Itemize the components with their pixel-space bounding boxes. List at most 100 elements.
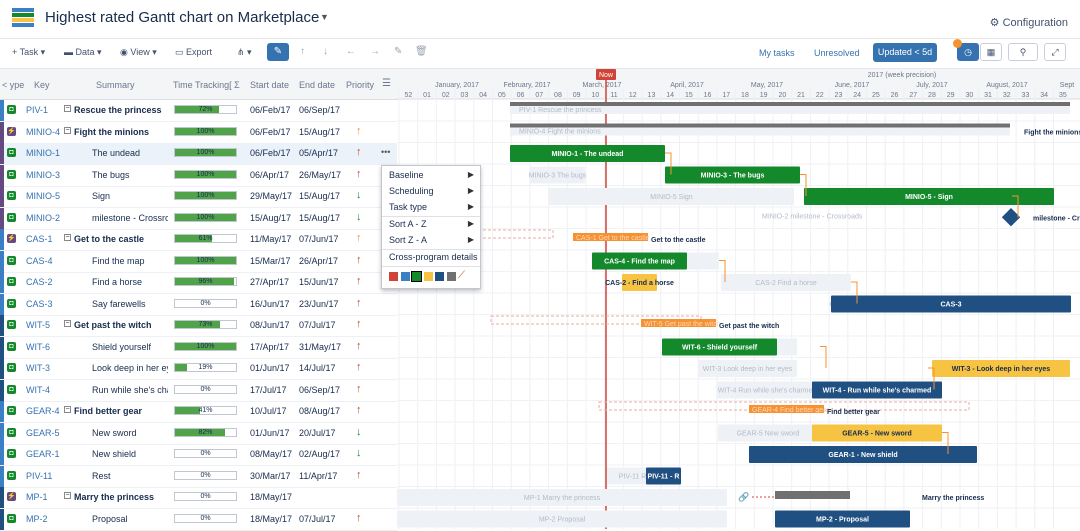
- collapse-toggle-icon[interactable]: −: [64, 105, 71, 112]
- end-date-cell[interactable]: 07/Jun/17: [299, 234, 339, 244]
- issue-key-link[interactable]: CAS-4: [26, 256, 53, 266]
- table-row[interactable]: ◘ WIT-3 Look deep in her eyes 19% 01/Jun/17 1…: [0, 358, 397, 380]
- issue-key-link[interactable]: GEAR-1: [26, 449, 60, 459]
- end-date-cell[interactable]: 31/May/17: [299, 342, 341, 352]
- outdent-icon[interactable]: ←: [346, 46, 356, 57]
- end-date-cell[interactable]: 26/Apr/17: [299, 256, 338, 266]
- start-date-cell[interactable]: 11/May/17: [250, 234, 291, 244]
- menu-scheduling[interactable]: Scheduling: [389, 186, 434, 196]
- summary-cell[interactable]: Say farewells: [92, 299, 168, 309]
- task-menu-button[interactable]: + Task ▾: [12, 47, 45, 58]
- table-row[interactable]: ◘ MINIO-1 The undead 100% 06/Feb/17 05/Apr/17…: [0, 143, 397, 165]
- start-date-cell[interactable]: 06/Feb/17: [250, 105, 291, 115]
- collapse-toggle-icon[interactable]: −: [64, 234, 71, 241]
- page-title[interactable]: Highest rated Gantt chart on Marketplace: [45, 9, 319, 26]
- start-date-cell[interactable]: 06/Feb/17: [250, 148, 291, 158]
- end-date-cell[interactable]: 06/Sep/17: [299, 385, 340, 395]
- summary-cell[interactable]: Find better gear: [74, 406, 170, 416]
- end-date-cell[interactable]: 20/Jul/17: [299, 428, 336, 438]
- link-icon[interactable]: 🔗: [738, 491, 749, 503]
- end-date-cell[interactable]: 06/Sep/17: [299, 105, 340, 115]
- summary-cell[interactable]: Shield yourself: [92, 342, 168, 352]
- export-button[interactable]: ▭ Export: [175, 47, 212, 58]
- hierarchy-button[interactable]: ⋔ ▾: [237, 47, 252, 58]
- view-menu-button[interactable]: ◉ View ▾: [120, 47, 157, 58]
- end-date-cell[interactable]: 23/Jun/17: [299, 299, 339, 309]
- edit-pencil-button[interactable]: ✎: [267, 43, 289, 61]
- summary-cell[interactable]: Sign: [92, 191, 168, 201]
- table-row[interactable]: ◘ WIT-5 − Get past the witch 73% 08/Jun/17 07/…: [0, 315, 397, 337]
- unresolved-filter[interactable]: Unresolved: [814, 48, 860, 58]
- issue-key-link[interactable]: MINIO-4: [26, 127, 60, 137]
- start-date-cell[interactable]: 17/Apr/17: [250, 342, 289, 352]
- col-key[interactable]: Key: [34, 80, 50, 90]
- updated-filter-button[interactable]: Updated < 5d: [873, 43, 937, 62]
- start-date-cell[interactable]: 16/Jun/17: [250, 299, 290, 309]
- move-up-icon[interactable]: ↑: [300, 46, 305, 57]
- summary-cell[interactable]: Find a horse: [92, 277, 168, 287]
- start-date-cell[interactable]: 08/Jun/17: [250, 320, 290, 330]
- color-swatch[interactable]: [423, 272, 433, 281]
- table-row[interactable]: ◘ CAS-2 Find a horse 96% 27/Apr/17 15/Jun/17 ↑: [0, 272, 397, 294]
- table-row[interactable]: ◘ MP-2 Proposal 0% 18/May/17 07/Jul/17 ↑: [0, 508, 397, 531]
- summary-cell[interactable]: milestone - Crossroads: [92, 213, 168, 223]
- table-row[interactable]: ⚡ MP-1 − Marry the princess 0% 18/May/17: [0, 487, 397, 509]
- end-date-cell[interactable]: 07/Jul/17: [299, 320, 336, 330]
- menu-sort-a-z[interactable]: Sort A - Z: [389, 219, 427, 229]
- end-date-cell[interactable]: 15/Aug/17: [299, 213, 340, 223]
- end-date-cell[interactable]: 07/Jul/17: [299, 514, 336, 524]
- col-time-tracking[interactable]: Time Tracking[ Σ: [173, 80, 240, 90]
- collapse-toggle-icon[interactable]: −: [64, 320, 71, 327]
- summary-cell[interactable]: Get past the witch: [74, 320, 170, 330]
- summary-cell[interactable]: The bugs: [92, 170, 168, 180]
- configuration-button[interactable]: ⚙ Configuration: [990, 16, 1068, 29]
- calendar-button[interactable]: ▦: [980, 43, 1002, 61]
- start-date-cell[interactable]: 27/Apr/17: [250, 277, 289, 287]
- col-end-date[interactable]: End date: [299, 80, 335, 90]
- color-swatch[interactable]: [389, 272, 398, 281]
- table-row[interactable]: ◘ MINIO-2 milestone - Crossroads 100% 15/Aug…: [0, 207, 397, 230]
- table-row[interactable]: ◘ GEAR-1 New shield 0% 08/May/17 02/Aug/17 ↓: [0, 444, 397, 466]
- table-row[interactable]: ⚡ MINIO-4− Fight the minions 100% 06/Feb/17 1…: [0, 121, 397, 144]
- milestone-diamond[interactable]: [1001, 208, 1021, 227]
- start-date-cell[interactable]: 06/Apr/17: [250, 170, 289, 180]
- row-actions-icon[interactable]: •••: [381, 147, 390, 157]
- start-date-cell[interactable]: 18/May/17: [250, 492, 292, 502]
- issue-key-link[interactable]: WIT-3: [26, 363, 50, 373]
- col-start-date[interactable]: Start date: [250, 80, 289, 90]
- summary-cell[interactable]: Find the map: [92, 256, 168, 266]
- table-row[interactable]: ◘ WIT-4 Run while she's charmed 0% 17/Jul/17…: [0, 379, 397, 402]
- table-row[interactable]: ◘ GEAR-5 New sword 82% 01/Jun/17 20/Jul/17 ↓: [0, 422, 397, 445]
- issue-key-link[interactable]: WIT-5: [26, 320, 50, 330]
- end-date-cell[interactable]: 11/Apr/17: [299, 471, 337, 481]
- table-row[interactable]: ◘ PIV-1 − Rescue the princess 72% 06/Feb/17 06…: [0, 100, 397, 122]
- end-date-cell[interactable]: 26/May/17: [299, 170, 341, 180]
- color-swatch[interactable]: [400, 272, 410, 281]
- start-date-cell[interactable]: 10/Jul/17: [250, 406, 287, 416]
- issue-key-link[interactable]: GEAR-5: [26, 428, 60, 438]
- issue-key-link[interactable]: PIV-11: [26, 471, 52, 481]
- table-row[interactable]: ◘ PIV-11 Rest 0% 30/Mar/17 11/Apr/17 ↑: [0, 465, 397, 488]
- end-date-cell[interactable]: 15/Aug/17: [299, 191, 340, 201]
- search-button[interactable]: ⚲: [1008, 43, 1038, 61]
- menu-cross-program-details[interactable]: Cross-program details: [389, 252, 478, 262]
- table-row[interactable]: ◘ WIT-6 Shield yourself 100% 17/Apr/17 31/May…: [0, 336, 397, 359]
- issue-key-link[interactable]: CAS-1: [26, 234, 53, 244]
- issue-key-link[interactable]: CAS-3: [26, 299, 53, 309]
- issue-key-link[interactable]: PIV-1: [26, 105, 48, 115]
- table-row[interactable]: ⚡ CAS-1 − Get to the castle 61% 11/May/17 07/J…: [0, 229, 397, 251]
- summary-cell[interactable]: New sword: [92, 428, 168, 438]
- start-date-cell[interactable]: 06/Feb/17: [250, 127, 291, 137]
- col-priority[interactable]: Priority: [346, 80, 374, 90]
- col-summary[interactable]: Summary: [96, 80, 135, 90]
- table-row[interactable]: ◘ CAS-3 Say farewells 0% 16/Jun/17 23/Jun/17 ↑: [0, 293, 397, 316]
- start-date-cell[interactable]: 15/Mar/17: [250, 256, 291, 266]
- color-swatch[interactable]: [411, 271, 422, 282]
- issue-key-link[interactable]: MINIO-1: [26, 148, 60, 158]
- start-date-cell[interactable]: 18/May/17: [250, 514, 292, 524]
- summary-cell[interactable]: Rescue the princess: [74, 105, 170, 115]
- end-date-cell[interactable]: 14/Jul/17: [299, 363, 336, 373]
- summary-cell[interactable]: Proposal: [92, 514, 168, 524]
- issue-key-link[interactable]: GEAR-4: [26, 406, 60, 416]
- table-row[interactable]: ◘ MINIO-5 Sign 100% 29/May/17 15/Aug/17 ↓: [0, 186, 397, 208]
